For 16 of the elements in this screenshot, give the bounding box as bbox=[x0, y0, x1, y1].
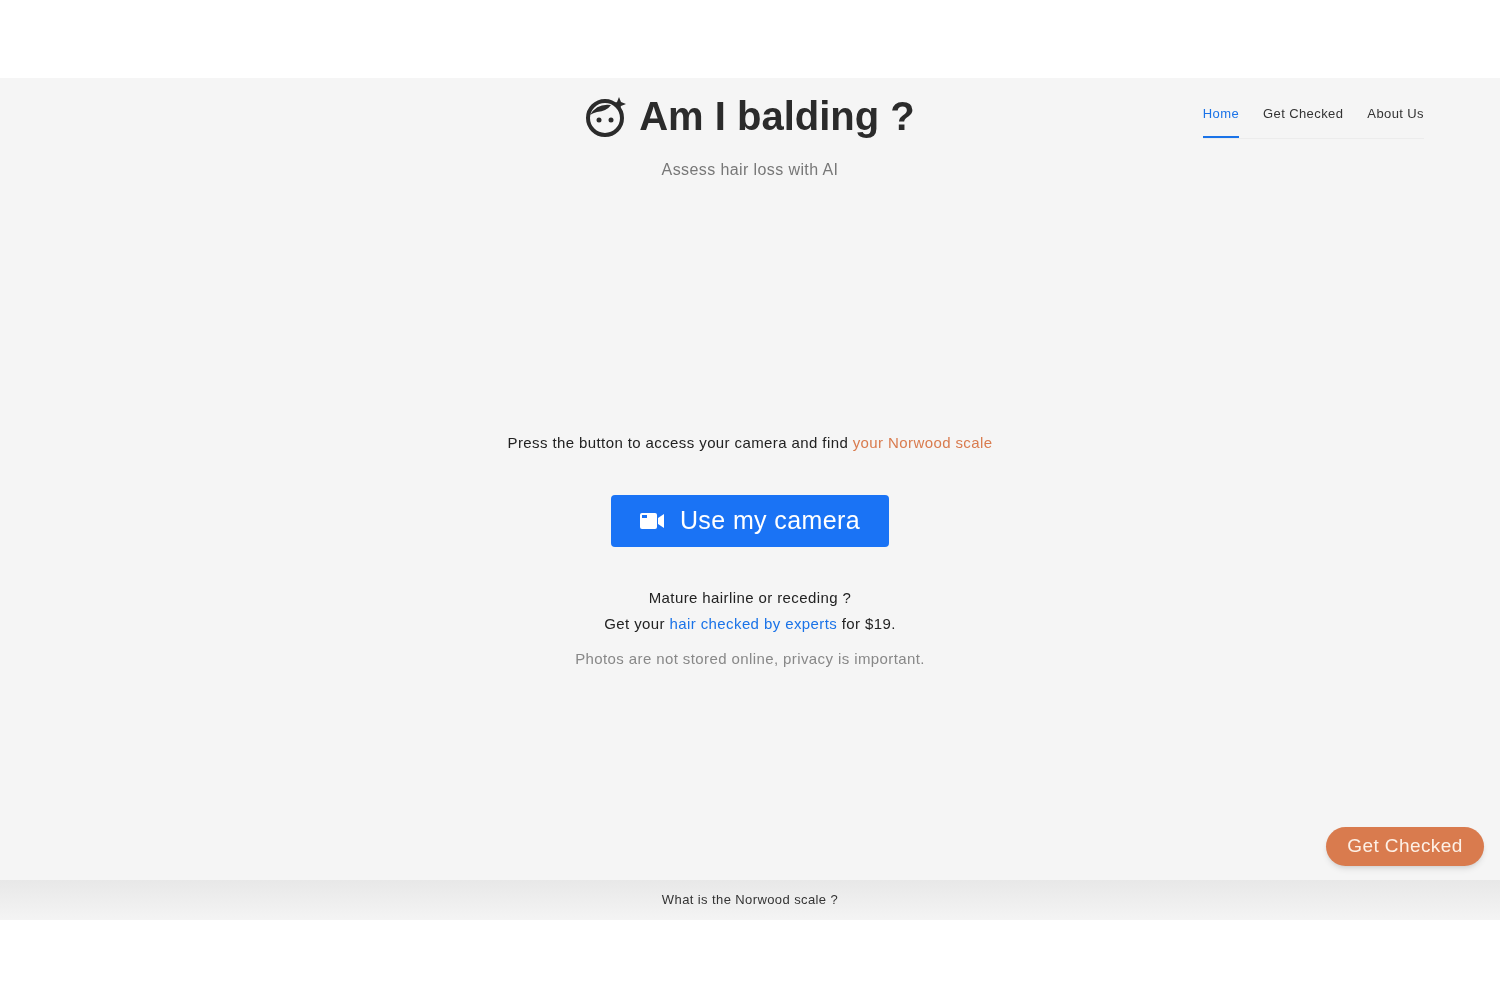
experts-link[interactable]: hair checked by experts bbox=[669, 615, 838, 632]
nav-tab[interactable]: Home bbox=[1202, 104, 1240, 138]
hairline-question: Mature hairline or receding ? bbox=[648, 587, 852, 608]
norwood-scale-link[interactable]: your Norwood scale bbox=[852, 434, 993, 451]
face-icon bbox=[585, 95, 628, 137]
nav-tab[interactable]: About Us bbox=[1367, 104, 1424, 138]
nav-tab[interactable]: Get Checked bbox=[1263, 104, 1344, 138]
privacy-note: Photos are not stored online, privacy is important. bbox=[575, 648, 925, 669]
footer-link[interactable]: What is the Norwood scale ? bbox=[661, 890, 839, 910]
get-checked-button[interactable]: Get Checked bbox=[1326, 827, 1484, 866]
expert-offer: Get your hair checked by experts for $19. bbox=[604, 614, 896, 634]
camera-prompt: Press the button to access your camera and find your Norwood scale bbox=[507, 433, 993, 453]
site-title: Am I balding ? bbox=[639, 93, 915, 140]
use-camera-button[interactable]: Use my camera bbox=[611, 494, 889, 547]
video-camera-icon bbox=[639, 511, 664, 530]
site-subtitle: Assess hair loss with AI bbox=[661, 160, 839, 180]
